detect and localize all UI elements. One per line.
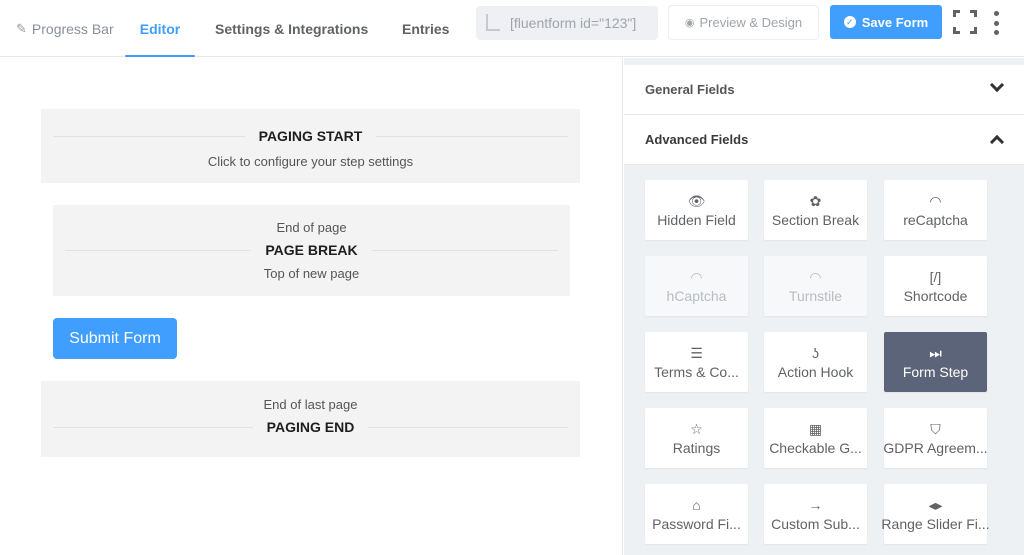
paging-end-title: PAGING END [252, 419, 369, 435]
field-card-label: Turnstile [788, 288, 843, 304]
page-break-block[interactable]: End of page PAGE BREAK Top of new page [53, 205, 570, 296]
fullscreen-icon[interactable] [953, 10, 977, 34]
field-card[interactable]: ◠ Turnstile [764, 256, 867, 316]
field-card-label: Form Step [902, 364, 969, 380]
field-card-label: GDPR Agreem... [883, 440, 988, 456]
checkable-grid-icon: ▦ [808, 421, 823, 437]
lock-icon: ⌂ [692, 497, 701, 513]
hook-icon: ʖ [812, 345, 819, 361]
field-card-label: Terms & Co... [654, 364, 739, 380]
field-card[interactable]: ⛉ GDPR Agreem... [883, 408, 988, 468]
paging-end-top-text: End of last page [263, 397, 358, 412]
field-card-label: Hidden Field [657, 212, 736, 228]
tab-progress-bar[interactable]: ✎ Progress Bar [16, 0, 114, 57]
preview-design-button[interactable]: ◉ Preview & Design [668, 5, 819, 40]
tab-editor[interactable]: Editor [125, 0, 195, 57]
field-card[interactable]: ☆ Ratings [645, 408, 748, 468]
submit-form-button[interactable]: Submit Form [53, 318, 177, 359]
top-bar: ✎ Progress Bar Editor Settings & Integra… [0, 0, 1024, 57]
tab-settings-integrations[interactable]: Settings & Integrations [215, 0, 368, 57]
field-card[interactable]: ⏭ Form Step [884, 332, 987, 392]
copy-icon [484, 14, 500, 32]
tab-label: Settings & Integrations [215, 20, 369, 37]
field-card-label: Checkable G... [769, 440, 862, 456]
field-card-label: Password Fi... [652, 516, 741, 532]
eye-icon: ◉ [684, 17, 695, 29]
tab-entries[interactable]: Entries [402, 0, 449, 57]
paging-start-title: PAGING START [244, 128, 377, 144]
arrow-right-icon: → [808, 497, 823, 513]
chevron-up-icon [989, 134, 1005, 150]
field-card[interactable]: ◂▸ Range Slider Fi... [881, 484, 990, 544]
advanced-fields-accordion[interactable]: Advanced Fields [624, 115, 1024, 165]
field-card[interactable]: ☰ Terms & Co... [645, 332, 748, 392]
page-break-title: PAGE BREAK [251, 242, 372, 258]
pen-icon: ✎ [16, 20, 27, 36]
save-label: Save Form [861, 14, 929, 30]
shortcode-text: [fluentform id="123"] [510, 15, 637, 31]
field-card[interactable]: ▦ Checkable G... [764, 408, 867, 468]
eye-slash-icon: 👁 [687, 193, 706, 209]
document-icon: ☰ [690, 345, 703, 361]
field-card[interactable]: ◠ reCaptcha [884, 180, 987, 240]
shortcode-copy-field[interactable]: [fluentform id="123"] [476, 6, 658, 40]
fast-forward-icon: ⏭ [929, 345, 942, 361]
field-card[interactable]: → Custom Sub... [764, 484, 867, 544]
field-card-label: Section Break [771, 212, 860, 228]
paging-start-subtitle: Click to configure your step settings [207, 154, 414, 169]
range-slider-icon: ◂▸ [928, 497, 943, 513]
tab-label: Entries [402, 20, 450, 37]
turnstile-icon: ◠ [809, 269, 822, 285]
paging-start-block[interactable]: PAGING START Click to configure your ste… [41, 109, 580, 183]
page-break-top-text: End of page [276, 220, 347, 235]
general-fields-accordion[interactable]: General Fields [624, 65, 1024, 115]
paging-end-block[interactable]: End of last page PAGING END [41, 381, 580, 457]
field-card-label: Shortcode [903, 288, 968, 304]
form-canvas: PAGING START Click to configure your ste… [0, 58, 623, 555]
field-card-label: hCaptcha [666, 288, 727, 304]
advanced-fields-label: Advanced Fields [645, 132, 749, 147]
check-circle-icon: ✓ [843, 16, 856, 28]
preview-label: Preview & Design [699, 15, 803, 30]
field-card[interactable]: ◠ hCaptcha [645, 256, 748, 316]
more-options-icon[interactable] [990, 11, 1002, 35]
puzzle-icon: ✿ [809, 193, 822, 209]
tab-label: Progress Bar [31, 20, 114, 37]
hcaptcha-icon: ◠ [690, 269, 703, 285]
star-icon: ☆ [690, 421, 703, 437]
field-card-label: Custom Sub... [771, 516, 860, 532]
tab-label: Editor [139, 20, 181, 37]
shortcode-icon: [/] [929, 269, 942, 285]
fields-sidebar: General Fields Advanced Fields 👁 Hidden F… [624, 58, 1024, 555]
save-form-button[interactable]: ✓ Save Form [830, 5, 942, 39]
field-card-label: Ratings [672, 440, 721, 456]
field-card-label: Range Slider Fi... [881, 516, 990, 532]
shield-icon: ⛉ [930, 421, 941, 437]
general-fields-label: General Fields [645, 82, 735, 97]
chevron-down-icon [989, 77, 1005, 93]
field-card-label: Action Hook [777, 364, 854, 380]
field-card[interactable]: 👁 Hidden Field [645, 180, 748, 240]
field-card-label: reCaptcha [903, 212, 968, 228]
field-card[interactable]: ʖ Action Hook [764, 332, 867, 392]
page-break-bottom-text: Top of new page [263, 266, 360, 281]
field-card[interactable]: ⌂ Password Fi... [645, 484, 748, 544]
field-card[interactable]: [/] Shortcode [884, 256, 987, 316]
recaptcha-icon: ◠ [929, 193, 942, 209]
field-card[interactable]: ✿ Section Break [764, 180, 867, 240]
